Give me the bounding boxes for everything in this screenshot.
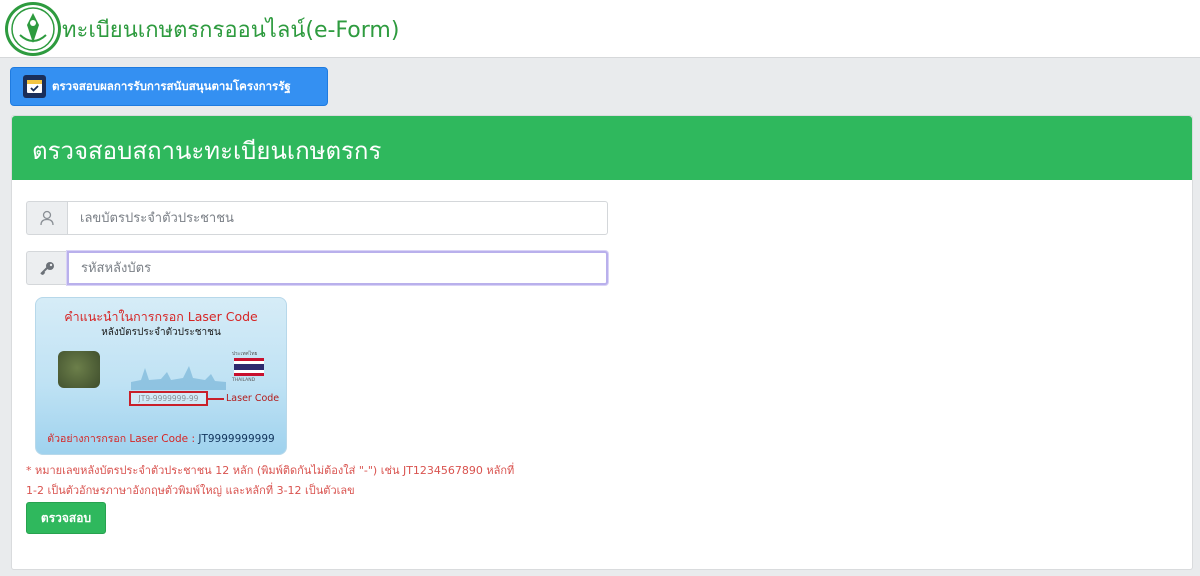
check-gov-support-label: ตรวจสอบผลการรับการสนับสนุนตามโครงการรัฐ xyxy=(52,78,291,93)
thai-flag-icon xyxy=(234,358,264,376)
example-value: JT9999999999 xyxy=(198,433,275,445)
laser-code-input[interactable] xyxy=(67,251,608,285)
sample-laser-code: JT9-9999999-99 xyxy=(129,391,208,406)
citizen-id-field xyxy=(26,201,608,235)
note-line-1: * หมายเลขหลังบัตรประจำตัวประชาชน 12 หลัก… xyxy=(26,464,515,477)
laser-code-guide-image: คำแนะนำในการกรอก Laser Code หลังบัตรประจ… xyxy=(35,297,287,455)
laser-code-field xyxy=(26,251,608,285)
calendar-check-icon xyxy=(23,75,46,98)
key-icon xyxy=(26,251,67,285)
country-label-en: THAILAND xyxy=(232,378,256,383)
guide-example: ตัวอย่างการกรอก Laser Code : JT999999999… xyxy=(36,430,286,447)
check-button[interactable]: ตรวจสอบ xyxy=(26,502,106,534)
card-chip-icon xyxy=(58,351,100,388)
pointer-line xyxy=(208,398,224,400)
country-label: ประเทศไทย xyxy=(232,351,258,357)
citizen-id-input[interactable] xyxy=(67,201,608,235)
guide-subheading: หลังบัตรประจำตัวประชาชน xyxy=(101,327,221,338)
ministry-logo xyxy=(5,2,61,56)
panel-header: ตรวจสอบสถานะทะเบียนเกษตรกร xyxy=(12,116,1192,180)
guide-heading: คำแนะนำในการกรอก Laser Code xyxy=(64,309,258,324)
temple-skyline-icon xyxy=(131,366,226,390)
site-title: ทะเบียนเกษตรกรออนไลน์(e-Form) xyxy=(62,18,400,43)
laser-code-label: Laser Code xyxy=(226,393,280,404)
check-gov-support-button[interactable]: ตรวจสอบผลการรับการสนับสนุนตามโครงการรัฐ xyxy=(10,67,328,106)
user-icon xyxy=(26,201,67,235)
note-line-2: 1-2 เป็นตัวอักษรภาษาอังกฤษตัวพิมพ์ใหญ่ แ… xyxy=(26,484,355,497)
panel-title: ตรวจสอบสถานะทะเบียนเกษตรกร xyxy=(32,137,382,165)
laser-code-note: * หมายเลขหลังบัตรประจำตัวประชาชน 12 หลัก… xyxy=(26,461,616,501)
farmer-status-panel: ตรวจสอบสถานะทะเบียนเกษตรกร คำแนะนำในการก… xyxy=(11,115,1193,570)
top-bar: ทะเบียนเกษตรกรออนไลน์(e-Form) xyxy=(0,0,1200,58)
example-prefix: ตัวอย่างการกรอก Laser Code : xyxy=(47,433,199,445)
